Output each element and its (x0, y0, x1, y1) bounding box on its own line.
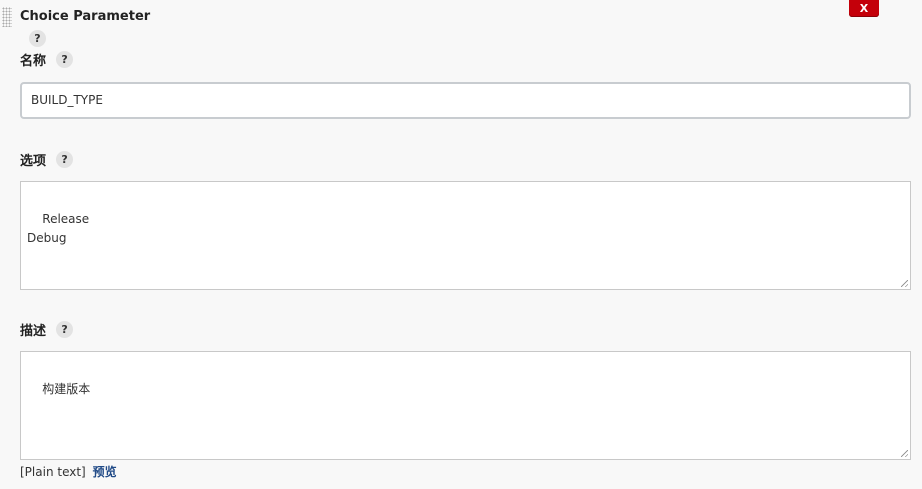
section-help-icon[interactable]: ? (29, 30, 46, 47)
section-title: Choice Parameter (20, 9, 151, 24)
description-field-label: 描述 (20, 324, 47, 339)
description-resize-grip[interactable] (901, 450, 908, 457)
description-text: 构建版本 (42, 382, 91, 396)
preview-link[interactable]: 预览 (93, 465, 117, 479)
drag-handle[interactable] (2, 7, 12, 27)
name-input[interactable]: BUILD_TYPE (20, 82, 911, 119)
choices-text: Release Debug (27, 212, 90, 245)
choice-parameter-panel: Choice Parameter ? X 名称 ? BUILD_TYPE 选项 … (0, 0, 922, 489)
choices-field-label: 选项 (20, 154, 47, 169)
delete-button[interactable]: X (849, 0, 879, 17)
choices-help-icon[interactable]: ? (56, 151, 74, 168)
format-text: [Plain text] (20, 465, 86, 479)
name-field-label-row: 名称 ? (20, 50, 74, 69)
name-help-icon[interactable]: ? (56, 51, 74, 68)
description-textarea[interactable]: 构建版本 (20, 351, 911, 460)
format-note: [Plain text] 预览 (20, 463, 117, 480)
name-field-label: 名称 (20, 54, 47, 69)
description-field-label-row: 描述 ? (20, 320, 74, 339)
choices-textarea[interactable]: Release Debug (20, 181, 911, 290)
description-help-icon[interactable]: ? (56, 321, 74, 338)
choices-resize-grip[interactable] (901, 280, 908, 287)
choices-field-label-row: 选项 ? (20, 150, 74, 169)
